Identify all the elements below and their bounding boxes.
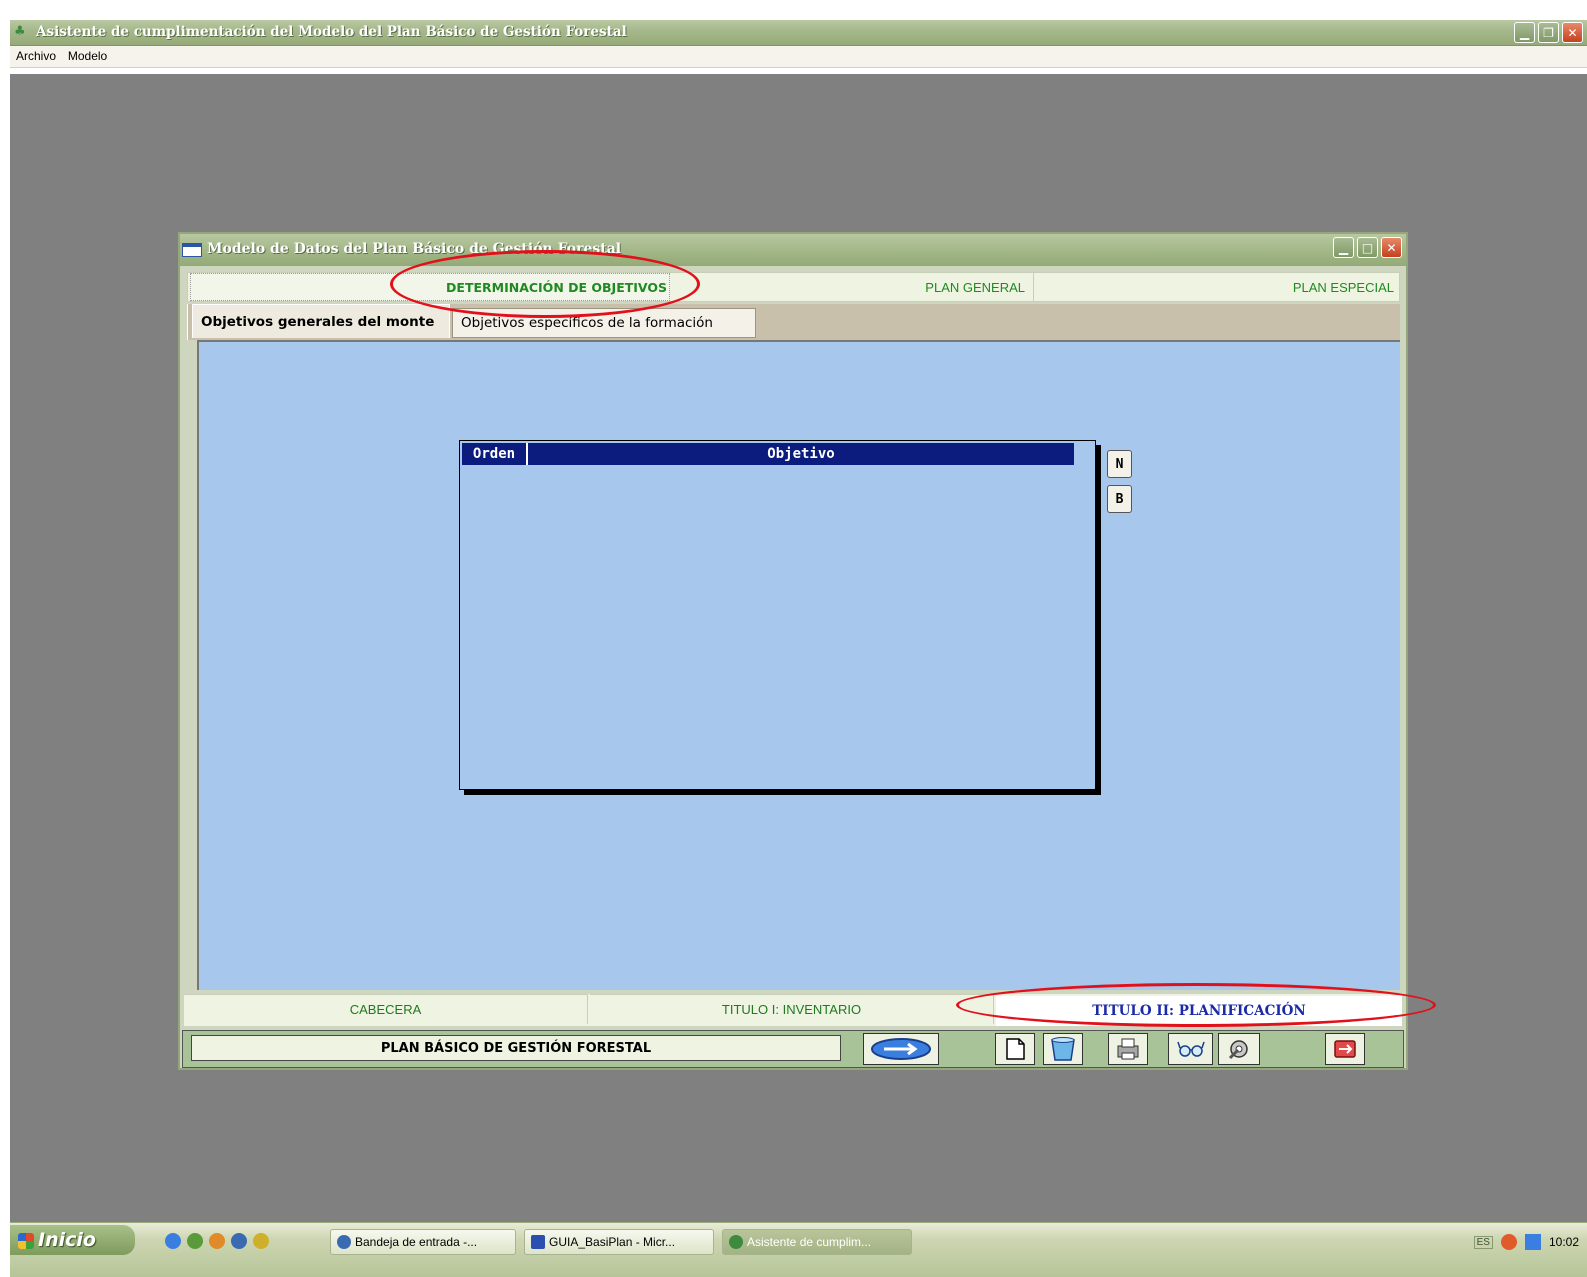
exit-icon[interactable] (1325, 1033, 1365, 1065)
system-tray: ES 10:02 (1437, 1229, 1587, 1255)
outlook-icon[interactable] (187, 1233, 203, 1249)
app-window-controls: ▁ ❐ ✕ (1514, 22, 1583, 43)
start-label: Inicio (38, 1229, 96, 1251)
taskbar: Inicio Bandeja de entrada -... GUIA_Basi… (10, 1222, 1587, 1277)
minimize-icon[interactable]: ▁ (1514, 22, 1535, 43)
taskbar-item-asistente[interactable]: Asistente de cumplim... (722, 1229, 912, 1255)
bottom-toolbar: PLAN BÁSICO DE GESTIÓN FORESTAL (182, 1030, 1404, 1068)
tools-icon[interactable] (1218, 1033, 1260, 1065)
bottom-tab-strip: CABECERA TITULO I: INVENTARIO TITULO II:… (184, 994, 1402, 1026)
firefox-icon[interactable] (209, 1233, 225, 1249)
minimize-icon[interactable]: ▁ (1333, 237, 1354, 258)
delete-row-button[interactable]: B (1107, 485, 1132, 513)
windows-flag-icon (18, 1233, 34, 1249)
word-icon (531, 1235, 545, 1249)
content-panel: Orden Objetivo N B (197, 340, 1400, 990)
tab-objetivos-generales[interactable]: Objetivos generales del monte (192, 304, 450, 338)
tab-titulo-planificacion[interactable]: TITULO II: PLANIFICACIÓN (996, 996, 1402, 1026)
trash-icon[interactable] (1043, 1033, 1083, 1065)
tree-app-icon: ♣ (14, 24, 26, 39)
taskbar-item-label: GUIA_BasiPlan - Micr... (549, 1235, 676, 1249)
close-icon[interactable]: ✕ (1562, 22, 1583, 43)
column-header-orden[interactable]: Orden (462, 443, 528, 465)
network-icon[interactable] (1524, 1234, 1541, 1250)
tab-plan-especial[interactable]: PLAN ESPECIAL (1036, 273, 1400, 301)
model-window-title-bar: Modelo de Datos del Plan Básico de Gesti… (180, 234, 1406, 266)
restore-icon[interactable]: ❐ (1538, 22, 1559, 43)
column-header-objetivo[interactable]: Objetivo (528, 443, 1074, 465)
grid-header: Orden Objetivo (462, 443, 1074, 465)
new-page-icon[interactable] (995, 1033, 1035, 1065)
model-window-controls: ▁ □ ✕ (1333, 237, 1402, 258)
maximize-icon[interactable]: □ (1357, 237, 1378, 258)
clock: 10:02 (1548, 1235, 1579, 1249)
close-icon[interactable]: ✕ (1381, 237, 1402, 258)
tree-app-icon (729, 1235, 743, 1249)
taskbar-item-label: Asistente de cumplim... (747, 1235, 872, 1249)
objetivos-grid[interactable]: Orden Objetivo (459, 440, 1096, 790)
model-window-title: Modelo de Datos del Plan Básico de Gesti… (207, 241, 622, 257)
print-icon[interactable] (1108, 1033, 1148, 1065)
taskbar-item-bandeja[interactable]: Bandeja de entrada -... (330, 1229, 516, 1255)
app-title-bar: ♣ Asistente de cumplimentación del Model… (10, 20, 1587, 46)
app-title: Asistente de cumplimentación del Modelo … (36, 24, 627, 40)
new-row-button[interactable]: N (1107, 450, 1132, 478)
tab-objetivos-especificos[interactable]: Objetivos específicos de la formación (452, 308, 756, 338)
chrome-icon[interactable] (253, 1233, 269, 1249)
menu-modelo[interactable]: Modelo (64, 46, 111, 66)
top-tab-strip: DETERMINACIÓN DE OBJETIVOS PLAN GENERAL … (187, 272, 1400, 302)
tray-app-icon[interactable] (1500, 1234, 1517, 1250)
taskbar-item-label: Bandeja de entrada -... (355, 1235, 478, 1249)
tab-plan-general[interactable]: PLAN GENERAL (672, 273, 1034, 301)
tab-cabecera[interactable]: CABECERA (184, 994, 588, 1024)
menu-archivo[interactable]: Archivo (12, 46, 60, 66)
sub-tab-strip: Objetivos generales del monte Objetivos … (187, 304, 1400, 340)
thunderbird-icon[interactable] (231, 1233, 247, 1249)
ie-icon[interactable] (165, 1233, 181, 1249)
mail-icon (337, 1235, 351, 1249)
arrow-next-icon[interactable] (863, 1033, 939, 1065)
start-button[interactable]: Inicio (10, 1225, 135, 1255)
model-data-window: Modelo de Datos del Plan Básico de Gesti… (178, 232, 1408, 1070)
taskbar-item-guia[interactable]: GUIA_BasiPlan - Micr... (524, 1229, 714, 1255)
tab-titulo-inventario[interactable]: TITULO I: INVENTARIO (590, 994, 994, 1024)
glasses-icon[interactable] (1168, 1033, 1213, 1065)
menu-bar: Archivo Modelo (10, 46, 1587, 68)
tab-determinacion-objetivos[interactable]: DETERMINACIÓN DE OBJETIVOS (190, 273, 670, 301)
window-icon (182, 243, 202, 257)
quick-launch (165, 1233, 269, 1249)
plan-label: PLAN BÁSICO DE GESTIÓN FORESTAL (191, 1035, 841, 1061)
language-indicator[interactable]: ES (1473, 1235, 1493, 1249)
